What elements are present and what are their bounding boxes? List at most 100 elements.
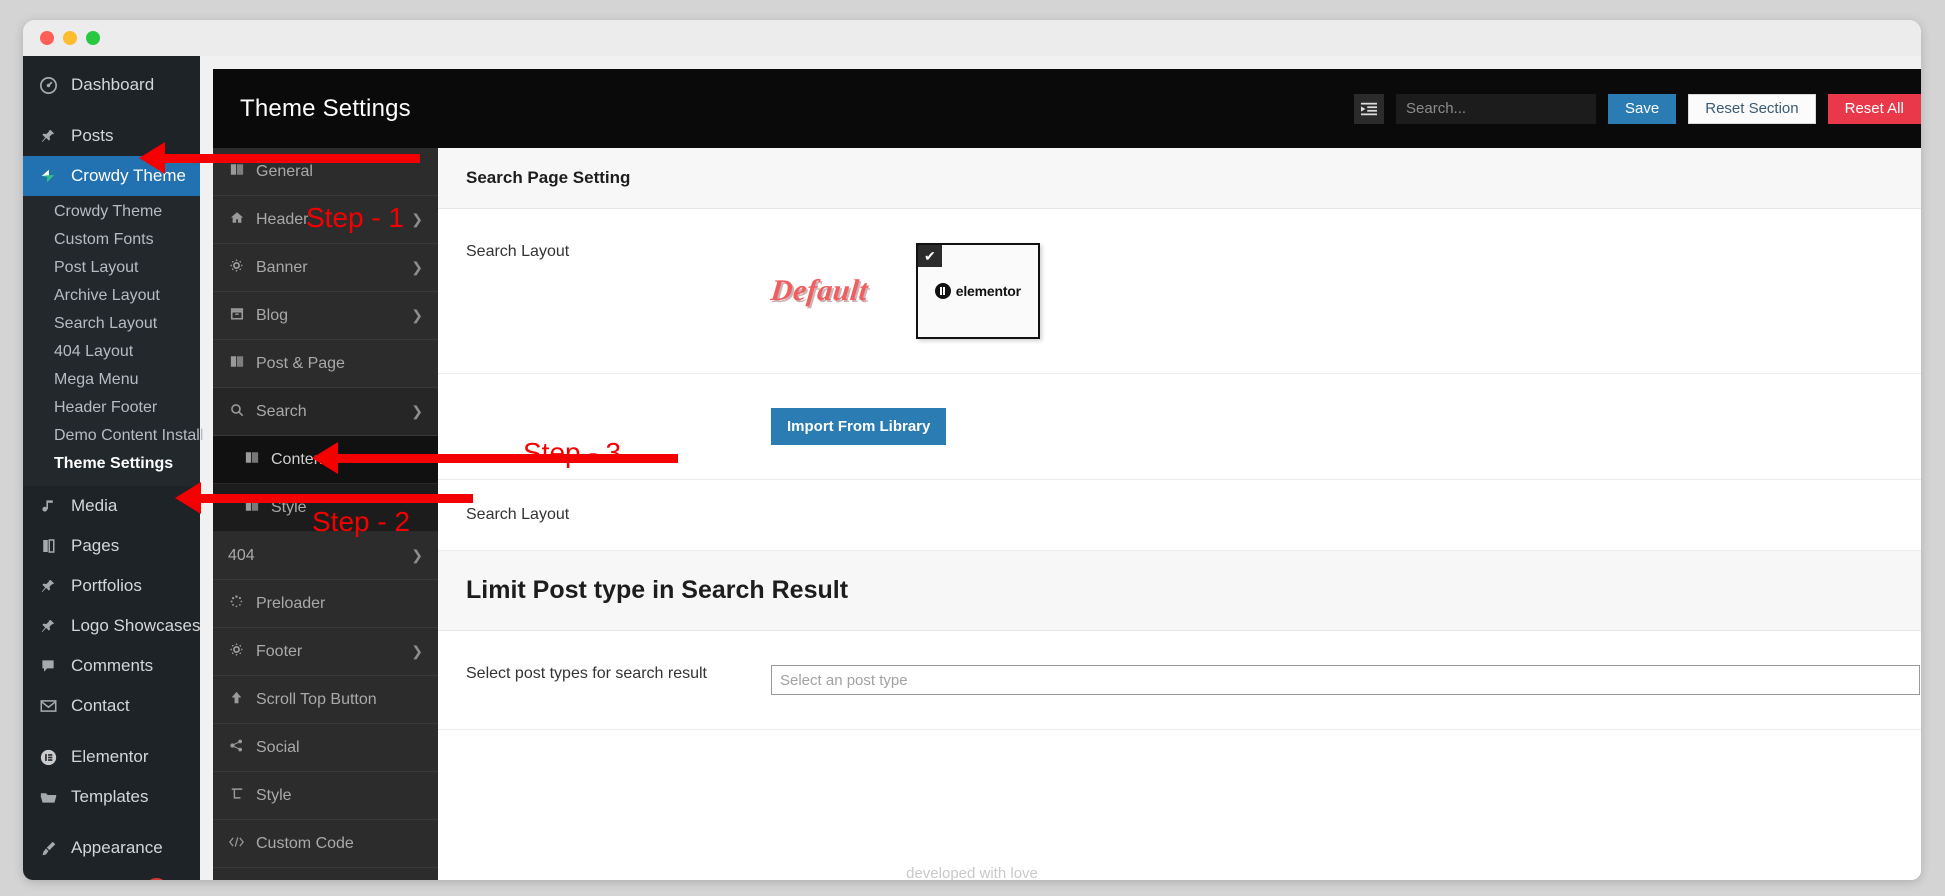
redux-menu-item-custom-code[interactable]: Custom Code [213,820,438,868]
redux-menu-label: Custom Code [256,834,354,852]
folder-icon [37,786,59,808]
submenu-label: 404 Layout [54,343,134,360]
reset-section-button[interactable]: Reset Section [1688,93,1816,124]
redux-submenu-item-content[interactable]: Content [213,436,438,484]
redux-menu-label: Social [256,738,300,756]
arrow-up-icon [228,691,245,708]
sidebar-item-label: Comments [71,655,154,675]
sidebar-item-contact[interactable]: Contact [23,686,200,726]
home-icon [228,211,245,228]
field-control-search-layout: Default ✔ elementor [769,243,1920,339]
search-input[interactable] [1396,93,1597,124]
reset-all-button[interactable]: Reset All [1827,93,1921,124]
save-button[interactable]: Save [1608,93,1677,124]
redux-menu-item-banner[interactable]: Banner ❯ [213,244,438,292]
redux-submenu-label: Style [271,498,307,516]
redux-menu-item-search[interactable]: Search ❯ [213,388,438,436]
redux-menu-label: Style [256,786,292,804]
comment-icon [37,655,59,677]
submenu-item-404-layout[interactable]: 404 Layout [23,338,200,366]
window-minimize-button[interactable] [63,31,77,45]
book-icon [228,163,245,180]
redux-menu-item-social[interactable]: Social [213,724,438,772]
section-title-search-page-setting: Search Page Setting [438,148,1921,209]
pages-icon [37,535,59,557]
plug-icon [37,877,59,880]
submenu-item-mega-menu[interactable]: Mega Menu [23,366,200,394]
redux-content-area: Search Page Setting Search Layout Defaul… [438,148,1921,880]
field-control-import: Import From Library [771,408,1920,445]
redux-menu-label: Header [256,210,309,228]
submenu-item-theme-settings[interactable]: Theme Settings [23,450,200,478]
sidebar-item-pages[interactable]: Pages [23,526,200,566]
sidebar-item-label: Logo Showcases [71,615,201,635]
redux-menu-item-general[interactable]: General [213,148,438,196]
redux-menu-item-404[interactable]: 404 ❯ [213,532,438,580]
pin-icon [37,615,59,637]
elementor-layout-option[interactable]: ✔ elementor [915,243,1040,339]
sidebar-item-templates[interactable]: Templates [23,777,200,817]
sidebar-item-media[interactable]: Media [23,486,200,526]
submenu-item-custom-fonts[interactable]: Custom Fonts [23,226,200,254]
panel-toggle-icon[interactable] [1354,93,1385,124]
redux-menu-item-footer[interactable]: Footer ❯ [213,628,438,676]
window-close-button[interactable] [40,31,54,45]
submenu-item-demo-content-install[interactable]: Demo Content Install [23,422,203,450]
redux-submenu-label: Content [271,450,328,468]
import-from-library-button[interactable]: Import From Library [771,408,947,445]
chevron-right-icon: ❯ [411,643,423,659]
sidebar-item-label: Dashboard [71,74,155,94]
style-icon [228,787,245,804]
field-row-search-layout-secondary: Search Layout [438,480,1921,551]
submenu-item-search-layout[interactable]: Search Layout [23,310,200,338]
sidebar-item-appearance[interactable]: Appearance [23,828,200,868]
annotation-label-step-1: Step - 1 [306,202,405,233]
pin-icon [37,125,59,147]
sidebar-item-dashboard[interactable]: Dashboard [23,65,200,105]
sidebar-item-logo-showcases[interactable]: Logo Showcases [23,606,200,646]
sidebar-item-elementor[interactable]: Elementor [23,737,200,777]
redux-panel: Theme Settings Save Reset Section Reset … [200,56,1921,880]
submenu-item-header-footer[interactable]: Header Footer [23,394,200,422]
page-title: Theme Settings [240,94,411,122]
book-icon [228,355,245,372]
field-label-search-layout: Search Layout [466,243,570,260]
submenu-item-archive-layout[interactable]: Archive Layout [23,282,200,310]
sidebar-item-label: Templates [71,786,149,806]
pin-icon [37,575,59,597]
sidebar-item-posts[interactable]: Posts [23,116,200,156]
dashboard-icon [37,74,59,96]
redux-menu-label: Banner [256,258,308,276]
window-titlebar [23,20,1921,56]
sidebar-item-plugins[interactable]: Plugins 1 [23,868,200,880]
redux-menu-item-preloader[interactable]: Preloader [213,580,438,628]
submenu-label: Search Layout [54,315,158,332]
search-icon [228,403,245,421]
share-icon [228,739,245,756]
window-maximize-button[interactable] [86,31,100,45]
post-type-select[interactable] [771,665,1920,695]
redux-menu-label: Footer [256,642,303,660]
redux-menu-item-partial[interactable]: ❯ [213,868,438,880]
elementor-logo: elementor [934,283,1021,299]
submenu-item-crowdy-theme[interactable]: Crowdy Theme [23,198,200,226]
redux-menu-item-post-and-page[interactable]: Post & Page [213,340,438,388]
redux-header-actions: Save Reset Section Reset All [1354,93,1921,124]
sidebar-item-label: Plugins [71,878,127,880]
field-label-search-layout-secondary: Search Layout [466,506,570,523]
redux-menu-item-style[interactable]: Style [213,772,438,820]
redux-menu-item-blog[interactable]: Blog ❯ [213,292,438,340]
annotation-label-step-3: Step - 3 [523,437,622,468]
redux-body: General Header ❯ Banner ❯ Blog ❯ Post & … [213,148,1921,880]
sidebar-item-portfolios[interactable]: Portfolios [23,566,200,606]
book-icon [243,451,260,468]
redux-menu-item-scroll-top-button[interactable]: Scroll Top Button [213,676,438,724]
sidebar-item-comments[interactable]: Comments [23,646,200,686]
spinner-icon [228,595,245,612]
sidebar-item-crowdy-theme[interactable]: Crowdy Theme [23,156,200,196]
field-row-import: Import From Library [438,374,1921,480]
gear-icon [228,259,245,276]
redux-header: Theme Settings Save Reset Section Reset … [213,69,1921,148]
chevron-right-icon: ❯ [411,211,423,227]
submenu-item-post-layout[interactable]: Post Layout [23,254,200,282]
